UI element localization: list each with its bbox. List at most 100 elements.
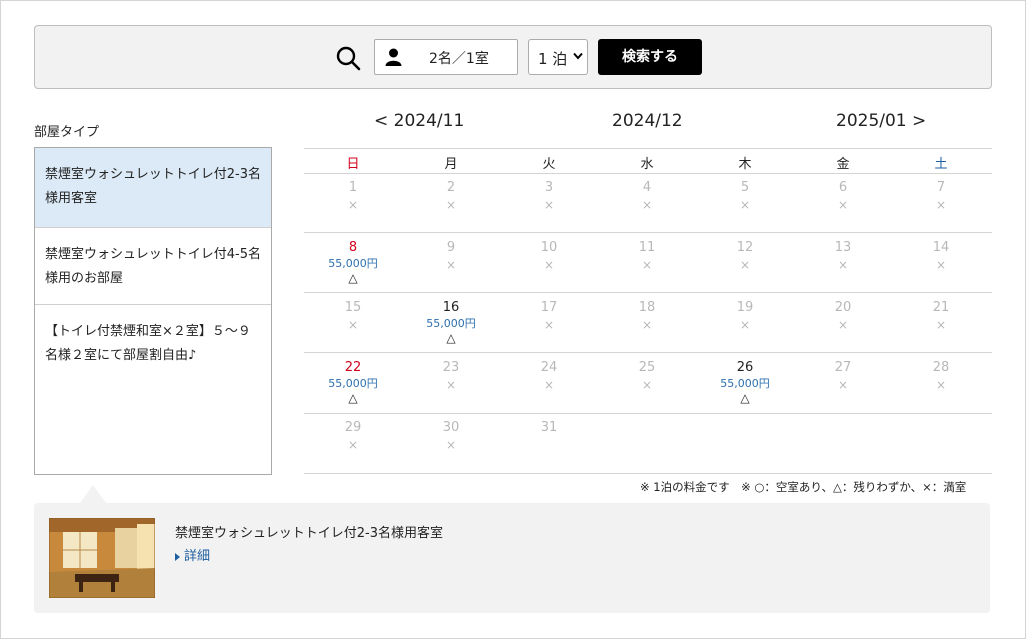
nights-value: 1 泊 bbox=[538, 50, 568, 68]
day-number: 4 bbox=[642, 180, 652, 195]
day-number: 21 bbox=[932, 300, 950, 315]
day-number: 18 bbox=[638, 300, 656, 315]
day-number: 9 bbox=[446, 240, 456, 255]
availability-mark: × bbox=[347, 438, 359, 452]
day-number: 2 bbox=[446, 180, 456, 195]
calendar-day-cell: 5 × bbox=[696, 173, 794, 233]
availability-mark: × bbox=[543, 258, 555, 272]
detail-link-label: 詳細 bbox=[184, 549, 211, 564]
calendar-day-cell: 29 × bbox=[304, 413, 402, 473]
calendar-day-cell: 19 × bbox=[696, 293, 794, 353]
day-number: 5 bbox=[740, 180, 750, 195]
calendar-day-cell: 14 × bbox=[892, 233, 990, 293]
day-number: 7 bbox=[936, 180, 946, 195]
weekday-label: 火 bbox=[542, 157, 556, 172]
day-number: 1 bbox=[348, 180, 358, 195]
calendar-day-cell: 7 × bbox=[892, 173, 990, 233]
calendar-day-cell: 4 × bbox=[598, 173, 696, 233]
next-month-link[interactable]: 2025/01 > bbox=[836, 111, 926, 131]
detail-pointer bbox=[80, 485, 106, 503]
availability-mark: × bbox=[641, 198, 653, 212]
day-price: 55,000円 bbox=[328, 257, 378, 270]
calendar-day-cell: 2 × bbox=[402, 173, 500, 233]
room-type-item[interactable]: 禁煙室ウォシュレットトイレ付2-3名様用客室 bbox=[35, 148, 271, 228]
triangle-right-icon bbox=[175, 552, 180, 561]
calendar-day-cell[interactable]: 26 55,000円 △ bbox=[696, 353, 794, 413]
calendar-day-cell: 23 × bbox=[402, 353, 500, 413]
availability-mark: × bbox=[739, 318, 751, 332]
availability-mark: × bbox=[445, 438, 457, 452]
availability-mark: × bbox=[543, 378, 555, 392]
calendar-day-cell: 27 × bbox=[794, 353, 892, 413]
room-photo bbox=[49, 518, 155, 598]
calendar-day-cell: 12 × bbox=[696, 233, 794, 293]
availability-mark: × bbox=[935, 318, 947, 332]
day-number: 8 bbox=[348, 240, 358, 255]
day-number: 28 bbox=[932, 360, 950, 375]
day-number: 3 bbox=[544, 180, 554, 195]
calendar-day-cell: 6 × bbox=[794, 173, 892, 233]
calendar-week-row: 8 55,000円 △ 9 × 10 × 11 × 12 × 13 × 14 × bbox=[304, 233, 992, 293]
calendar-day-cell[interactable]: 16 55,000円 △ bbox=[402, 293, 500, 353]
availability-mark: × bbox=[837, 258, 849, 272]
day-number: 10 bbox=[540, 240, 558, 255]
availability-mark: × bbox=[641, 378, 653, 392]
calendar-week-row: 29 × 30 × 31 bbox=[304, 413, 992, 474]
availability-mark: △ bbox=[740, 391, 750, 405]
availability-mark: × bbox=[347, 198, 359, 212]
availability-mark: × bbox=[837, 378, 849, 392]
calendar-day-cell[interactable]: 8 55,000円 △ bbox=[304, 233, 402, 293]
nights-select[interactable]: 1 泊 bbox=[528, 39, 588, 75]
availability-mark: △ bbox=[348, 391, 358, 405]
day-number: 11 bbox=[638, 240, 656, 255]
calendar-day-cell: 30 × bbox=[402, 413, 500, 473]
calendar-day-cell: 25 × bbox=[598, 353, 696, 413]
room-type-item[interactable]: 【トイレ付禁煙和室×２室】５～９名様２室にて部屋割自由♪ bbox=[35, 305, 271, 474]
search-icon[interactable] bbox=[335, 45, 361, 71]
room-type-heading: 部屋タイプ bbox=[34, 125, 100, 140]
calendar-day-cell: 11 × bbox=[598, 233, 696, 293]
room-type-label: 禁煙室ウォシュレットトイレ付4-5名様用のお部屋 bbox=[45, 247, 261, 286]
availability-mark: × bbox=[935, 258, 947, 272]
room-type-item[interactable]: 禁煙室ウォシュレットトイレ付4-5名様用のお部屋 bbox=[35, 228, 271, 305]
day-price: 55,000円 bbox=[328, 377, 378, 390]
room-type-label: 禁煙室ウォシュレットトイレ付2-3名様用客室 bbox=[45, 167, 261, 206]
weekday-header: 日 月 火 水 木 金 土 bbox=[304, 148, 992, 174]
availability-mark: × bbox=[641, 258, 653, 272]
availability-mark: × bbox=[837, 318, 849, 332]
calendar-day-cell: 1 × bbox=[304, 173, 402, 233]
day-number: 20 bbox=[834, 300, 852, 315]
prev-month-link[interactable]: < 2024/11 bbox=[374, 111, 464, 131]
day-number: 24 bbox=[540, 360, 558, 375]
calendar-day-cell: 9 × bbox=[402, 233, 500, 293]
calendar-day-cell: 10 × bbox=[500, 233, 598, 293]
availability-mark: × bbox=[935, 198, 947, 212]
calendar-day-cell: 17 × bbox=[500, 293, 598, 353]
calendar-week-row: 22 55,000円 △ 23 × 24 × 25 × 26 55,000円 △ 27 × 28 × bbox=[304, 353, 992, 414]
calendar-day-cell: 18 × bbox=[598, 293, 696, 353]
chevron-down-icon bbox=[573, 52, 583, 60]
availability-mark: △ bbox=[348, 271, 358, 285]
calendar-week-row: 1 × 2 × 3 × 4 × 5 × 6 × 7 × bbox=[304, 173, 992, 233]
availability-mark: × bbox=[739, 258, 751, 272]
calendar-day-cell: 24 × bbox=[500, 353, 598, 413]
day-number: 31 bbox=[540, 420, 558, 435]
guest-room-selector[interactable]: 2名／1室 bbox=[374, 39, 518, 75]
day-price: 55,000円 bbox=[426, 317, 476, 330]
availability-mark: × bbox=[543, 318, 555, 332]
day-number: 30 bbox=[442, 420, 460, 435]
search-button[interactable]: 検索する bbox=[598, 39, 702, 75]
calendar-day-cell: 21 × bbox=[892, 293, 990, 353]
availability-mark: × bbox=[837, 198, 849, 212]
guest-count-label: 2名／1室 bbox=[429, 51, 489, 67]
calendar-day-cell[interactable]: 22 55,000円 △ bbox=[304, 353, 402, 413]
detail-link[interactable]: 詳細 bbox=[175, 545, 210, 564]
current-month-label: 2024/12 bbox=[612, 111, 683, 131]
availability-mark: × bbox=[739, 198, 751, 212]
day-number: 13 bbox=[834, 240, 852, 255]
legend-note: ※ 1泊の料金です ※ ○：空室あり、△：残りわずか、×：満室 bbox=[640, 480, 967, 494]
weekday-label: 月 bbox=[444, 157, 458, 172]
detail-room-title: 禁煙室ウォシュレットトイレ付2-3名様用客室 bbox=[175, 526, 443, 541]
day-number: 25 bbox=[638, 360, 656, 375]
search-bar: 2名／1室 1 泊 検索する bbox=[34, 25, 992, 89]
